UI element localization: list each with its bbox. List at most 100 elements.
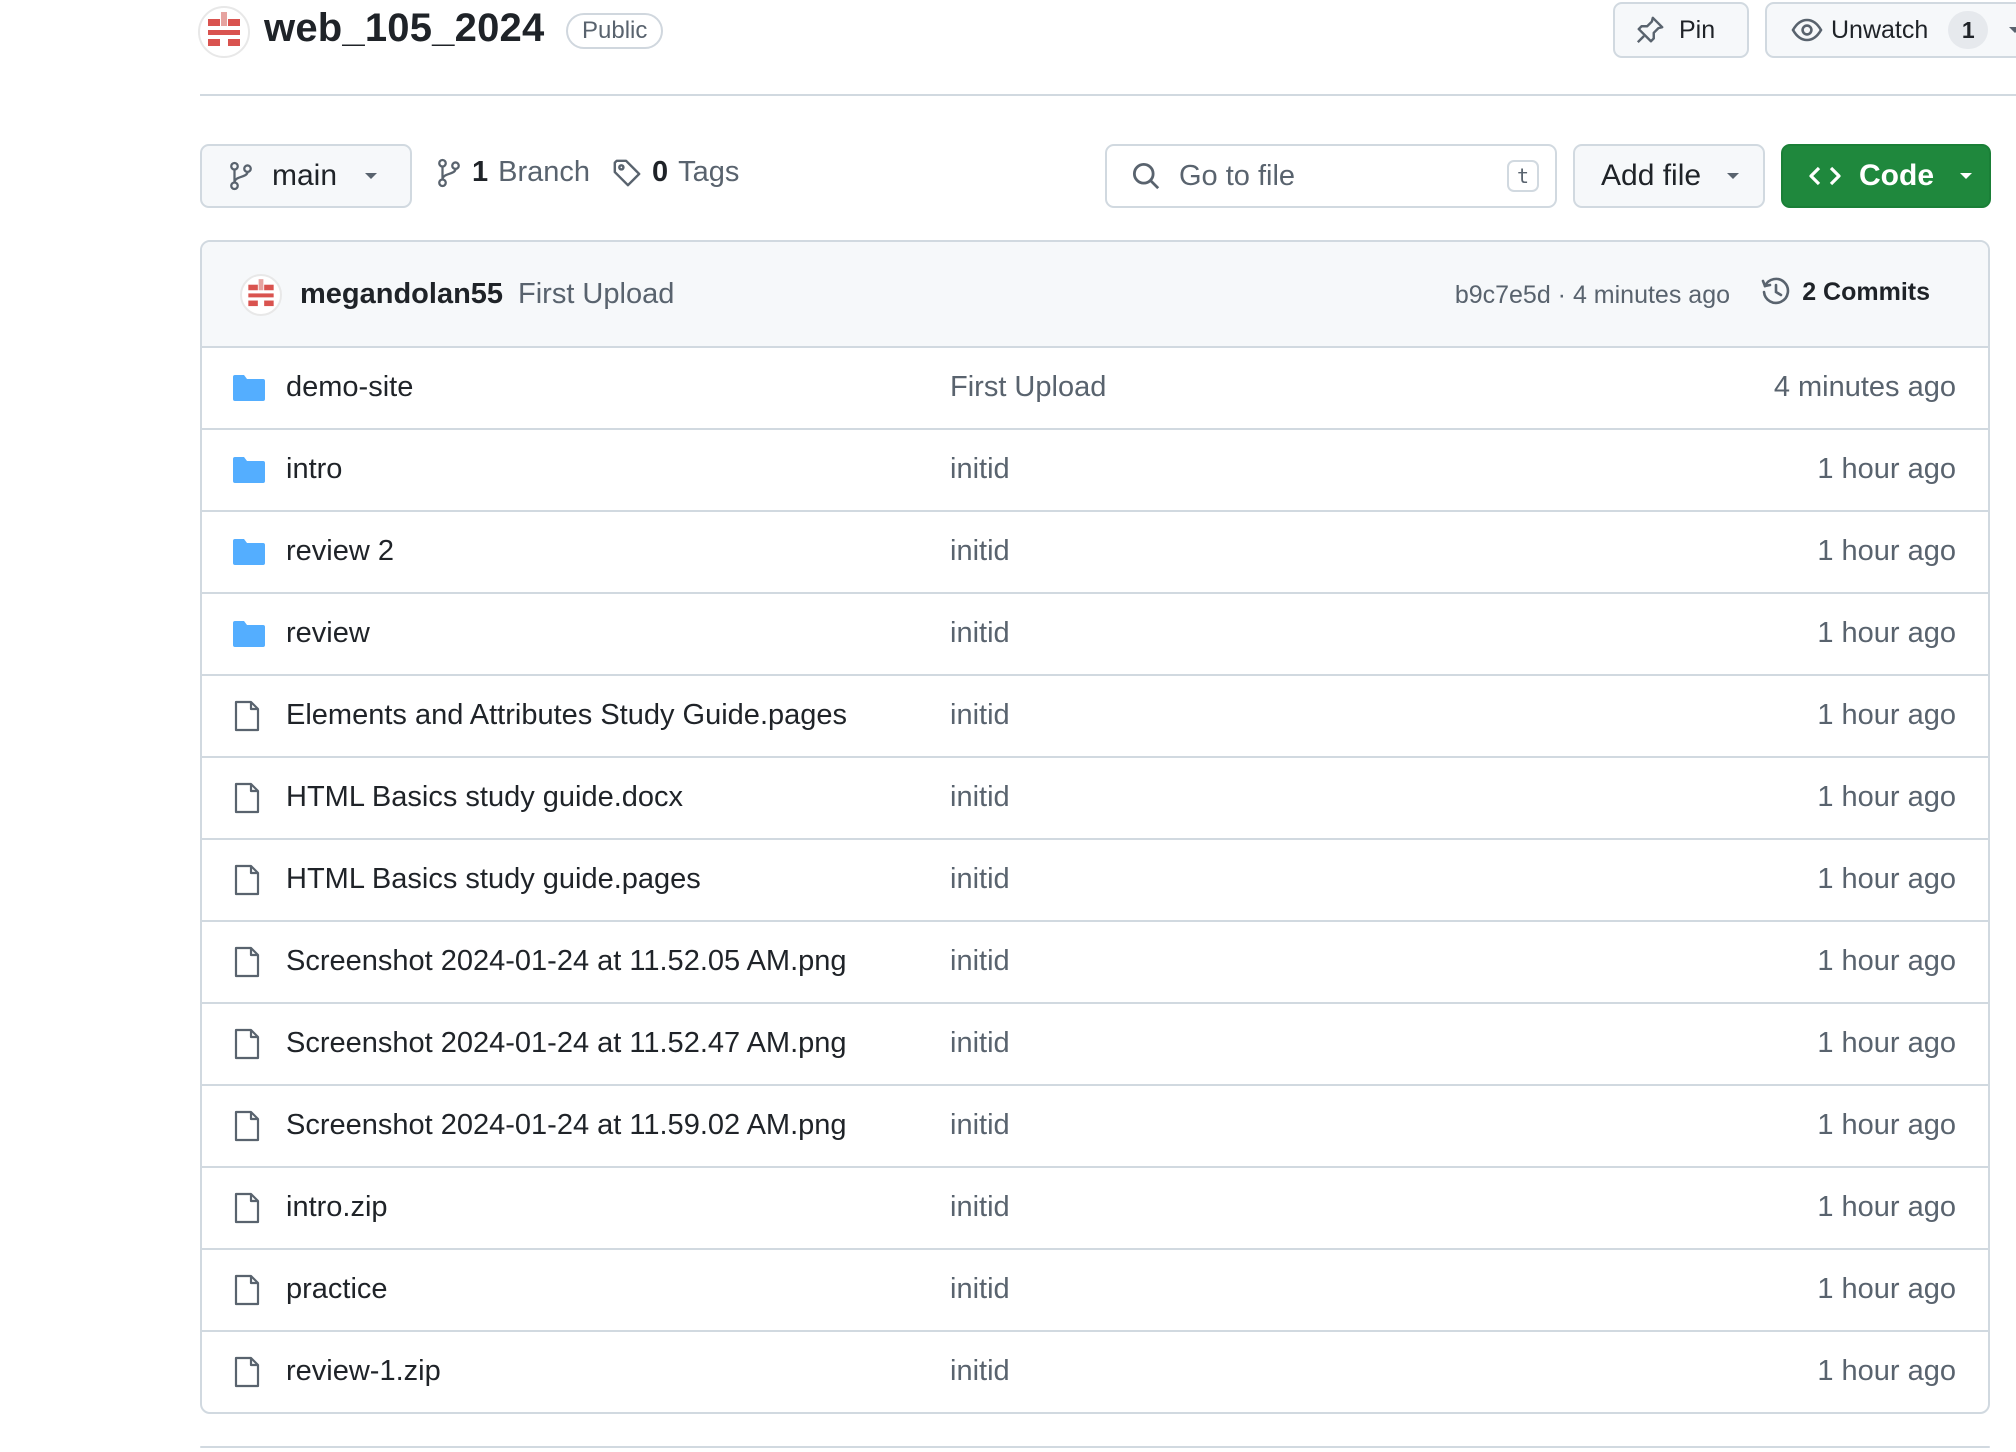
folder-icon xyxy=(232,456,266,484)
code-icon xyxy=(1809,164,1841,188)
go-to-file-input[interactable]: Go to file t xyxy=(1105,144,1557,208)
commit-message[interactable]: First Upload xyxy=(518,278,674,311)
file-commit-time: 1 hour ago xyxy=(1817,1273,1956,1305)
file-name-link[interactable]: review-1.zip xyxy=(286,1355,441,1388)
file-name-link[interactable]: Screenshot 2024-01-24 at 11.52.47 AM.png xyxy=(286,1027,847,1060)
add-file-button[interactable]: Add file xyxy=(1573,144,1765,208)
commit-author-avatar[interactable] xyxy=(240,274,282,316)
file-name-link[interactable]: Elements and Attributes Study Guide.page… xyxy=(286,699,847,732)
file-name-link[interactable]: review 2 xyxy=(286,535,394,568)
pin-icon xyxy=(1635,15,1665,45)
file-commit-time: 1 hour ago xyxy=(1817,863,1956,895)
file-name-link[interactable]: intro.zip xyxy=(286,1191,388,1224)
file-commit-message[interactable]: initid xyxy=(950,453,1010,486)
keyboard-shortcut-hint: t xyxy=(1507,160,1539,192)
code-label: Code xyxy=(1859,159,1934,192)
branch-count: 1 xyxy=(472,156,489,188)
file-icon xyxy=(234,1028,260,1060)
file-name-link[interactable]: demo-site xyxy=(286,371,413,404)
file-commit-message[interactable]: initid xyxy=(950,1355,1010,1388)
repo-owner-avatar[interactable] xyxy=(198,6,250,58)
file-row[interactable]: Elements and Attributes Study Guide.page… xyxy=(202,676,1988,758)
search-placeholder: Go to file xyxy=(1179,159,1296,192)
file-commit-time: 1 hour ago xyxy=(1817,1109,1956,1141)
eye-icon xyxy=(1791,14,1823,46)
code-button[interactable]: Code xyxy=(1781,144,1991,208)
pin-label: Pin xyxy=(1679,15,1716,44)
tags-link[interactable]: 0 Tags xyxy=(612,156,739,189)
file-row[interactable]: intro.zip initid 1 hour ago xyxy=(202,1168,1988,1250)
file-row[interactable]: intro initid 1 hour ago xyxy=(202,430,1988,512)
file-table: megandolan55 First Upload b9c7e5d · 4 mi… xyxy=(200,240,1990,1414)
tag-icon xyxy=(612,158,642,188)
tag-count: 0 xyxy=(652,156,669,188)
file-commit-message[interactable]: initid xyxy=(950,699,1010,732)
file-row[interactable]: review-1.zip initid 1 hour ago xyxy=(202,1332,1988,1412)
file-name-link[interactable]: intro xyxy=(286,453,342,486)
unwatch-button[interactable]: Unwatch 1 xyxy=(1765,2,2016,58)
file-row[interactable]: Screenshot 2024-01-24 at 11.52.47 AM.png… xyxy=(202,1004,1988,1086)
file-commit-time: 1 hour ago xyxy=(1817,945,1956,977)
file-commit-message[interactable]: initid xyxy=(950,535,1010,568)
file-commit-time: 1 hour ago xyxy=(1817,1027,1956,1059)
file-row[interactable]: HTML Basics study guide.docx initid 1 hour… xyxy=(202,758,1988,840)
file-icon xyxy=(234,946,260,978)
file-commit-time: 1 hour ago xyxy=(1817,535,1956,567)
file-commit-time: 1 hour ago xyxy=(1817,453,1956,485)
file-icon xyxy=(234,1274,260,1306)
git-branch-icon xyxy=(228,161,254,191)
file-commit-message[interactable]: initid xyxy=(950,1273,1010,1306)
file-row[interactable]: review initid 1 hour ago xyxy=(202,594,1988,676)
commit-hash-time[interactable]: b9c7e5d · 4 minutes ago xyxy=(1455,281,1730,310)
file-row[interactable]: Screenshot 2024-01-24 at 11.59.02 AM.png… xyxy=(202,1086,1988,1168)
chevron-down-icon xyxy=(2008,25,2016,35)
file-commit-message[interactable]: initid xyxy=(950,863,1010,896)
file-name-link[interactable]: review xyxy=(286,617,370,650)
search-icon xyxy=(1131,161,1161,191)
file-name-link[interactable]: Screenshot 2024-01-24 at 11.52.05 AM.png xyxy=(286,945,847,978)
file-commit-message[interactable]: initid xyxy=(950,1191,1010,1224)
repo-name[interactable]: web_105_2024 xyxy=(264,6,544,51)
file-row[interactable]: review 2 initid 1 hour ago xyxy=(202,512,1988,594)
file-name-link[interactable]: HTML Basics study guide.docx xyxy=(286,781,683,814)
file-commit-time: 1 hour ago xyxy=(1817,1355,1956,1387)
header-divider xyxy=(200,94,2016,96)
folder-icon xyxy=(232,620,266,648)
file-commit-message[interactable]: First Upload xyxy=(950,371,1106,404)
file-icon xyxy=(234,864,260,896)
chevron-down-icon xyxy=(1725,171,1741,181)
file-icon xyxy=(234,782,260,814)
readme-divider xyxy=(200,1446,1990,1448)
branch-label: Branch xyxy=(498,156,591,188)
commit-author[interactable]: megandolan55 xyxy=(300,278,503,311)
branch-name: main xyxy=(272,159,338,192)
file-commit-message[interactable]: initid xyxy=(950,945,1010,978)
file-icon xyxy=(234,700,260,732)
watchers-count: 1 xyxy=(1948,11,1989,49)
folder-icon xyxy=(232,374,266,402)
file-commit-time: 1 hour ago xyxy=(1817,781,1956,813)
file-row[interactable]: practice initid 1 hour ago xyxy=(202,1250,1988,1332)
file-icon xyxy=(234,1110,260,1142)
file-row[interactable]: Screenshot 2024-01-24 at 11.52.05 AM.png… xyxy=(202,922,1988,1004)
file-name-link[interactable]: Screenshot 2024-01-24 at 11.59.02 AM.png xyxy=(286,1109,847,1142)
commits-history-link[interactable]: 2 Commits xyxy=(1760,276,1930,308)
file-commit-message[interactable]: initid xyxy=(950,617,1010,650)
file-commit-message[interactable]: initid xyxy=(950,1109,1010,1142)
branch-selector[interactable]: main xyxy=(200,144,412,208)
add-file-label: Add file xyxy=(1601,159,1702,192)
file-commit-time: 1 hour ago xyxy=(1817,1191,1956,1223)
file-icon xyxy=(234,1192,260,1224)
file-commit-time: 1 hour ago xyxy=(1817,617,1956,649)
folder-icon xyxy=(232,538,266,566)
file-name-link[interactable]: HTML Basics study guide.pages xyxy=(286,863,701,896)
pin-button[interactable]: Pin xyxy=(1613,2,1749,58)
file-commit-message[interactable]: initid xyxy=(950,1027,1010,1060)
branches-link[interactable]: 1 Branch xyxy=(436,156,590,189)
file-row[interactable]: HTML Basics study guide.pages initid 1 hou… xyxy=(202,840,1988,922)
file-name-link[interactable]: practice xyxy=(286,1273,388,1306)
unwatch-label: Unwatch xyxy=(1831,15,1929,44)
file-row[interactable]: demo-site First Upload 4 minutes ago xyxy=(202,348,1988,430)
tag-label: Tags xyxy=(678,156,740,188)
file-commit-message[interactable]: initid xyxy=(950,781,1010,814)
